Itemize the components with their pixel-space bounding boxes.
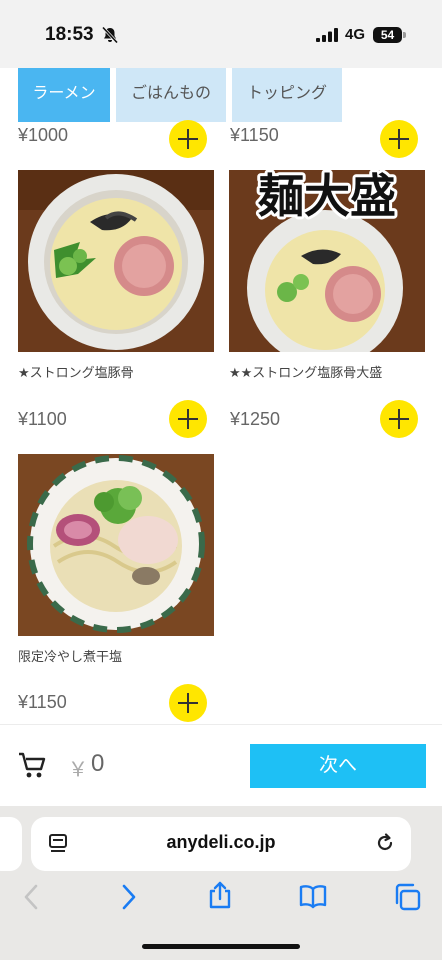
- product-name: ★ストロング塩豚骨: [18, 365, 134, 380]
- share-icon[interactable]: [205, 880, 235, 910]
- product-price: ¥1150: [230, 125, 279, 145]
- add-to-cart-button[interactable]: [169, 120, 207, 158]
- product-name: ★★ストロング塩豚骨大盛: [229, 365, 383, 380]
- noodle-large-caption: 麺大盛: [258, 170, 396, 223]
- back-icon[interactable]: [17, 882, 47, 912]
- battery-cap: [403, 32, 406, 38]
- phone-screen: 18:53 4G 54 ラーメン ごはんもの トッピング ¥1000 ¥1150: [0, 0, 442, 960]
- tab-rice[interactable]: ごはんもの: [116, 68, 226, 122]
- product-price: ¥1250: [230, 409, 281, 429]
- tab-ramen[interactable]: ラーメン: [18, 68, 110, 122]
- network-type: 4G: [345, 26, 366, 43]
- product-image[interactable]: 麺大盛 麺大盛: [229, 170, 425, 352]
- status-bar: 18:53 4G 54: [0, 0, 442, 68]
- product-price: ¥1100: [18, 409, 67, 429]
- bookmarks-icon[interactable]: [298, 882, 328, 912]
- previous-tab-preview[interactable]: [0, 817, 22, 871]
- url-text[interactable]: anydeli.co.jp: [31, 832, 411, 853]
- add-to-cart-button[interactable]: [380, 400, 418, 438]
- product-image[interactable]: [18, 454, 214, 636]
- tabs-icon[interactable]: [392, 882, 422, 912]
- product-price: ¥1150: [18, 692, 67, 712]
- add-to-cart-button[interactable]: [380, 120, 418, 158]
- home-indicator[interactable]: [142, 944, 300, 949]
- product-name: 限定冷やし煮干塩: [18, 649, 123, 664]
- cart-icon[interactable]: [17, 750, 47, 780]
- product-image[interactable]: [18, 170, 214, 352]
- silent-bell-icon: [101, 26, 119, 44]
- signal-icon: [316, 28, 338, 42]
- battery-icon: 54: [373, 27, 402, 43]
- reload-icon[interactable]: [374, 832, 396, 854]
- tab-topping[interactable]: トッピング: [232, 68, 342, 122]
- forward-icon[interactable]: [113, 882, 143, 912]
- add-to-cart-button[interactable]: [169, 400, 207, 438]
- product-price: ¥1000: [18, 125, 69, 145]
- add-to-cart-button[interactable]: [169, 684, 207, 722]
- status-time: 18:53: [45, 24, 94, 45]
- cart-currency: ￥: [68, 759, 88, 781]
- next-button[interactable]: 次へ: [250, 744, 426, 788]
- cart-total: 0: [91, 750, 105, 777]
